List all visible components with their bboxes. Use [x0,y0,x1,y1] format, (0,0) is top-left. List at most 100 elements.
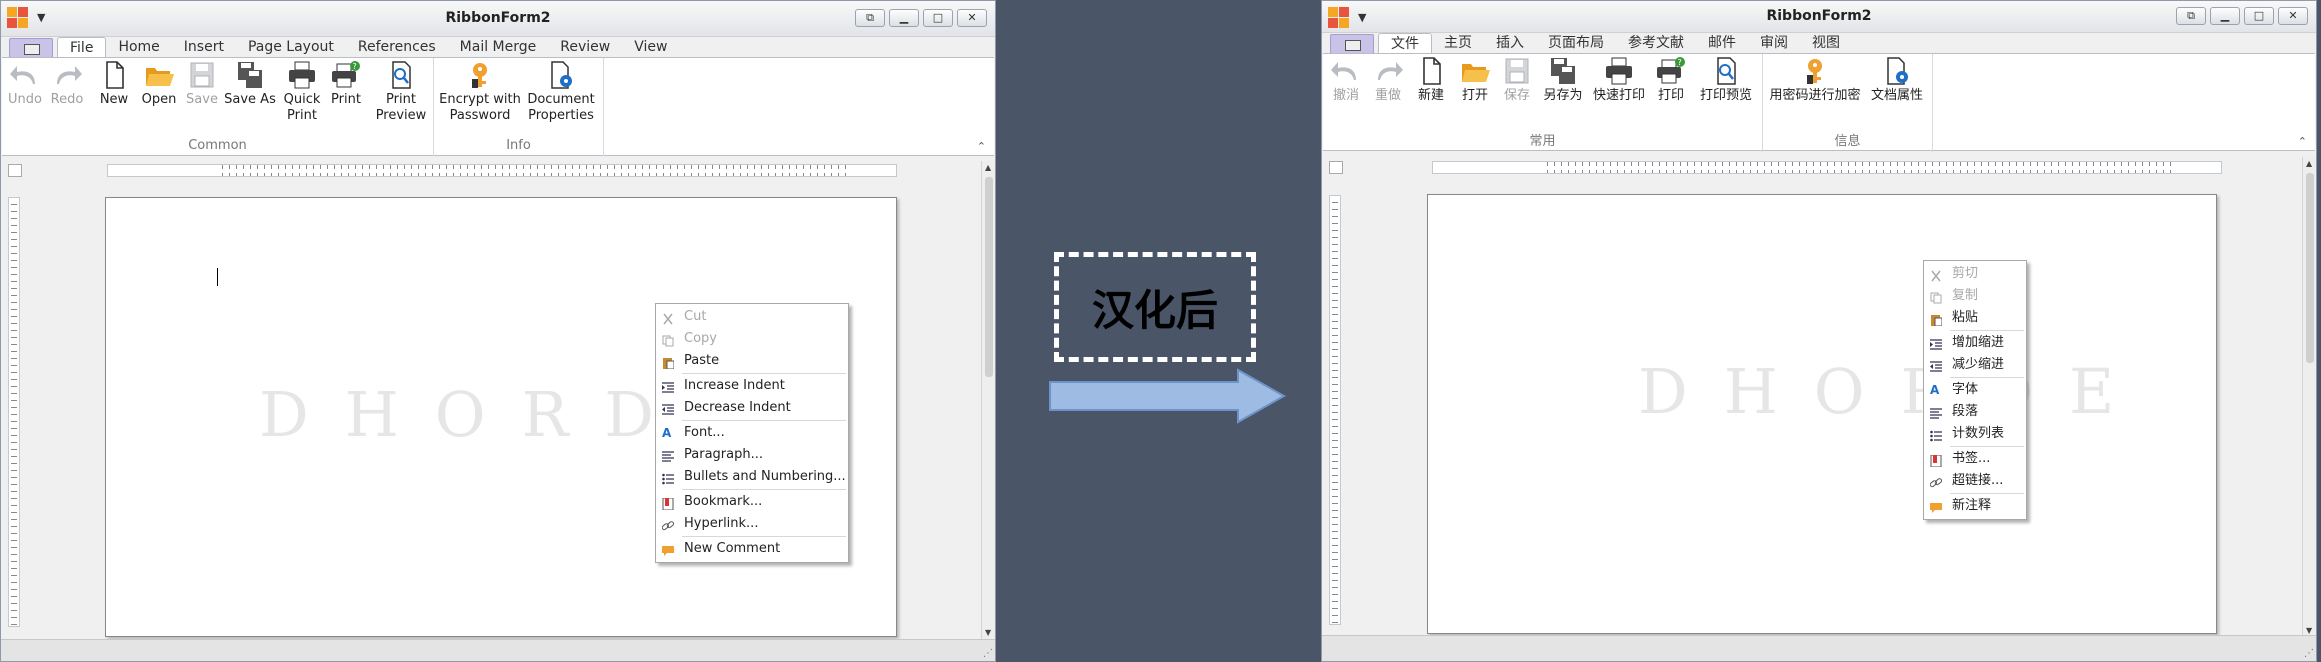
restore-down-button[interactable]: ⧉ [2176,7,2206,25]
menu-item-new-comment[interactable]: New Comment [656,538,848,560]
save-as-button[interactable]: 另存为 [1539,56,1587,104]
menu-item-cut[interactable]: Cut [656,306,848,328]
application-menu-button[interactable] [9,38,53,58]
print-preview-button[interactable]: 打印预览 [1695,56,1757,104]
scissors-icon [1930,268,1942,282]
restore-down-button[interactable]: ⧉ [855,9,885,27]
increase-indent-icon [1930,337,1942,350]
open-folder-icon [143,60,175,90]
save-button[interactable]: Save [182,60,222,108]
tab-file[interactable]: 文件 [1378,33,1432,53]
document-page[interactable]: DHORDE [1427,194,2217,634]
resize-grip-icon[interactable]: ⋰ [2304,648,2314,659]
collapse-ribbon-icon[interactable]: ⌃ [2298,135,2307,148]
undo-button[interactable]: Undo [6,60,44,108]
open-button[interactable]: Open [138,60,180,108]
ruler-tab-selector[interactable] [8,164,22,177]
menu-item-paragraph[interactable]: Paragraph... [656,444,848,466]
tab-home[interactable]: 主页 [1432,33,1484,53]
menu-item-new-comment[interactable]: 新注释 [1924,495,2026,517]
close-button[interactable]: ✕ [2278,7,2308,25]
minimize-button[interactable]: ▁ [2210,7,2240,25]
scroll-down-icon[interactable]: ▼ [985,628,991,637]
encrypt-button[interactable]: Encrypt with Password [438,60,522,124]
tab-page-layout[interactable]: Page Layout [236,37,346,57]
tab-review[interactable]: 审阅 [1748,33,1800,53]
new-button[interactable]: New [94,60,134,108]
tab-review[interactable]: Review [548,37,622,57]
vertical-ruler[interactable] [8,197,20,627]
vertical-scrollbar[interactable]: ▲ ▼ [981,161,995,639]
resize-grip-icon[interactable]: ⋰ [983,648,993,659]
menu-item-font[interactable]: A Font... [656,422,848,444]
tab-references[interactable]: 参考文献 [1616,33,1696,53]
scroll-up-icon[interactable]: ▲ [985,163,991,172]
collapse-ribbon-icon[interactable]: ⌃ [977,140,986,153]
vertical-scrollbar[interactable]: ▲ ▼ [2302,157,2316,637]
save-as-button[interactable]: Save As [224,60,276,108]
document-properties-button[interactable]: 文档属性 [1867,56,1927,104]
clipboard-icon [1930,312,1943,327]
menu-item-decrease-indent[interactable]: Decrease Indent [656,397,848,419]
print-button[interactable]: ? Print [328,60,364,108]
copy-icon [662,333,674,347]
tab-mail-merge[interactable]: Mail Merge [448,37,549,57]
application-menu-button[interactable] [1330,34,1374,54]
vertical-ruler[interactable] [1329,195,1341,625]
ruler-tab-selector[interactable] [1329,161,1343,174]
printer-icon [286,60,318,90]
link-icon [661,518,675,531]
menu-item-copy[interactable]: 复制 [1924,285,2026,307]
menu-item-increase-indent[interactable]: 增加缩进 [1924,332,2026,354]
scroll-thumb[interactable] [2306,173,2314,363]
scroll-thumb[interactable] [985,177,993,377]
print-button[interactable]: ? 打印 [1651,56,1691,104]
tab-mail-merge[interactable]: 邮件 [1696,33,1748,53]
minimize-button[interactable]: ▁ [889,9,919,27]
menu-item-hyperlink[interactable]: 超链接... [1924,470,2026,492]
menu-item-paragraph[interactable]: 段落 [1924,401,2026,423]
scroll-down-icon[interactable]: ▼ [2306,626,2312,635]
tab-home[interactable]: Home [106,37,171,57]
tab-page-layout[interactable]: 页面布局 [1536,33,1616,53]
undo-button[interactable]: 撤消 [1327,56,1365,104]
menu-item-bullets[interactable]: 计数列表 [1924,423,2026,445]
redo-button[interactable]: Redo [48,60,86,108]
tab-references[interactable]: References [346,37,448,57]
menu-item-decrease-indent[interactable]: 减少缩进 [1924,354,2026,376]
tab-insert[interactable]: 插入 [1484,33,1536,53]
tab-view[interactable]: View [622,37,679,57]
tab-view[interactable]: 视图 [1800,33,1852,53]
save-disk-icon [1501,56,1533,86]
maximize-button[interactable]: □ [923,9,953,27]
comment-icon [1930,500,1942,513]
scroll-up-icon[interactable]: ▲ [2306,159,2312,168]
close-button[interactable]: ✕ [957,9,987,27]
menu-item-bookmark[interactable]: 书签... [1924,448,2026,470]
tab-file[interactable]: File [57,37,107,57]
menu-item-paste[interactable]: 粘贴 [1924,307,2026,329]
horizontal-ruler[interactable] [1432,161,2222,174]
print-preview-button[interactable]: Print Preview [372,60,430,124]
menu-item-copy[interactable]: Copy [656,328,848,350]
menu-item-bullets[interactable]: Bullets and Numbering... [656,466,848,488]
right-arrow-icon [1049,368,1287,424]
menu-item-increase-indent[interactable]: Increase Indent [656,375,848,397]
tab-insert[interactable]: Insert [172,37,236,57]
menu-item-paste[interactable]: Paste [656,350,848,372]
quick-print-button[interactable]: 快速打印 [1589,56,1649,104]
center-panel: 汉化后 [996,0,1321,662]
encrypt-button[interactable]: 用密码进行加密 [1767,56,1863,104]
document-properties-button[interactable]: Document Properties [526,60,596,124]
menu-item-hyperlink[interactable]: Hyperlink... [656,513,848,535]
save-button[interactable]: 保存 [1497,56,1537,104]
menu-item-cut[interactable]: 剪切 [1924,263,2026,285]
redo-button[interactable]: 重做 [1369,56,1407,104]
quick-print-button[interactable]: Quick Print [280,60,324,124]
new-button[interactable]: 新建 [1411,56,1451,104]
menu-item-font[interactable]: A 字体 [1924,379,2026,401]
menu-item-bookmark[interactable]: Bookmark... [656,491,848,513]
open-button[interactable]: 打开 [1455,56,1495,104]
maximize-button[interactable]: □ [2244,7,2274,25]
horizontal-ruler[interactable] [107,164,897,177]
